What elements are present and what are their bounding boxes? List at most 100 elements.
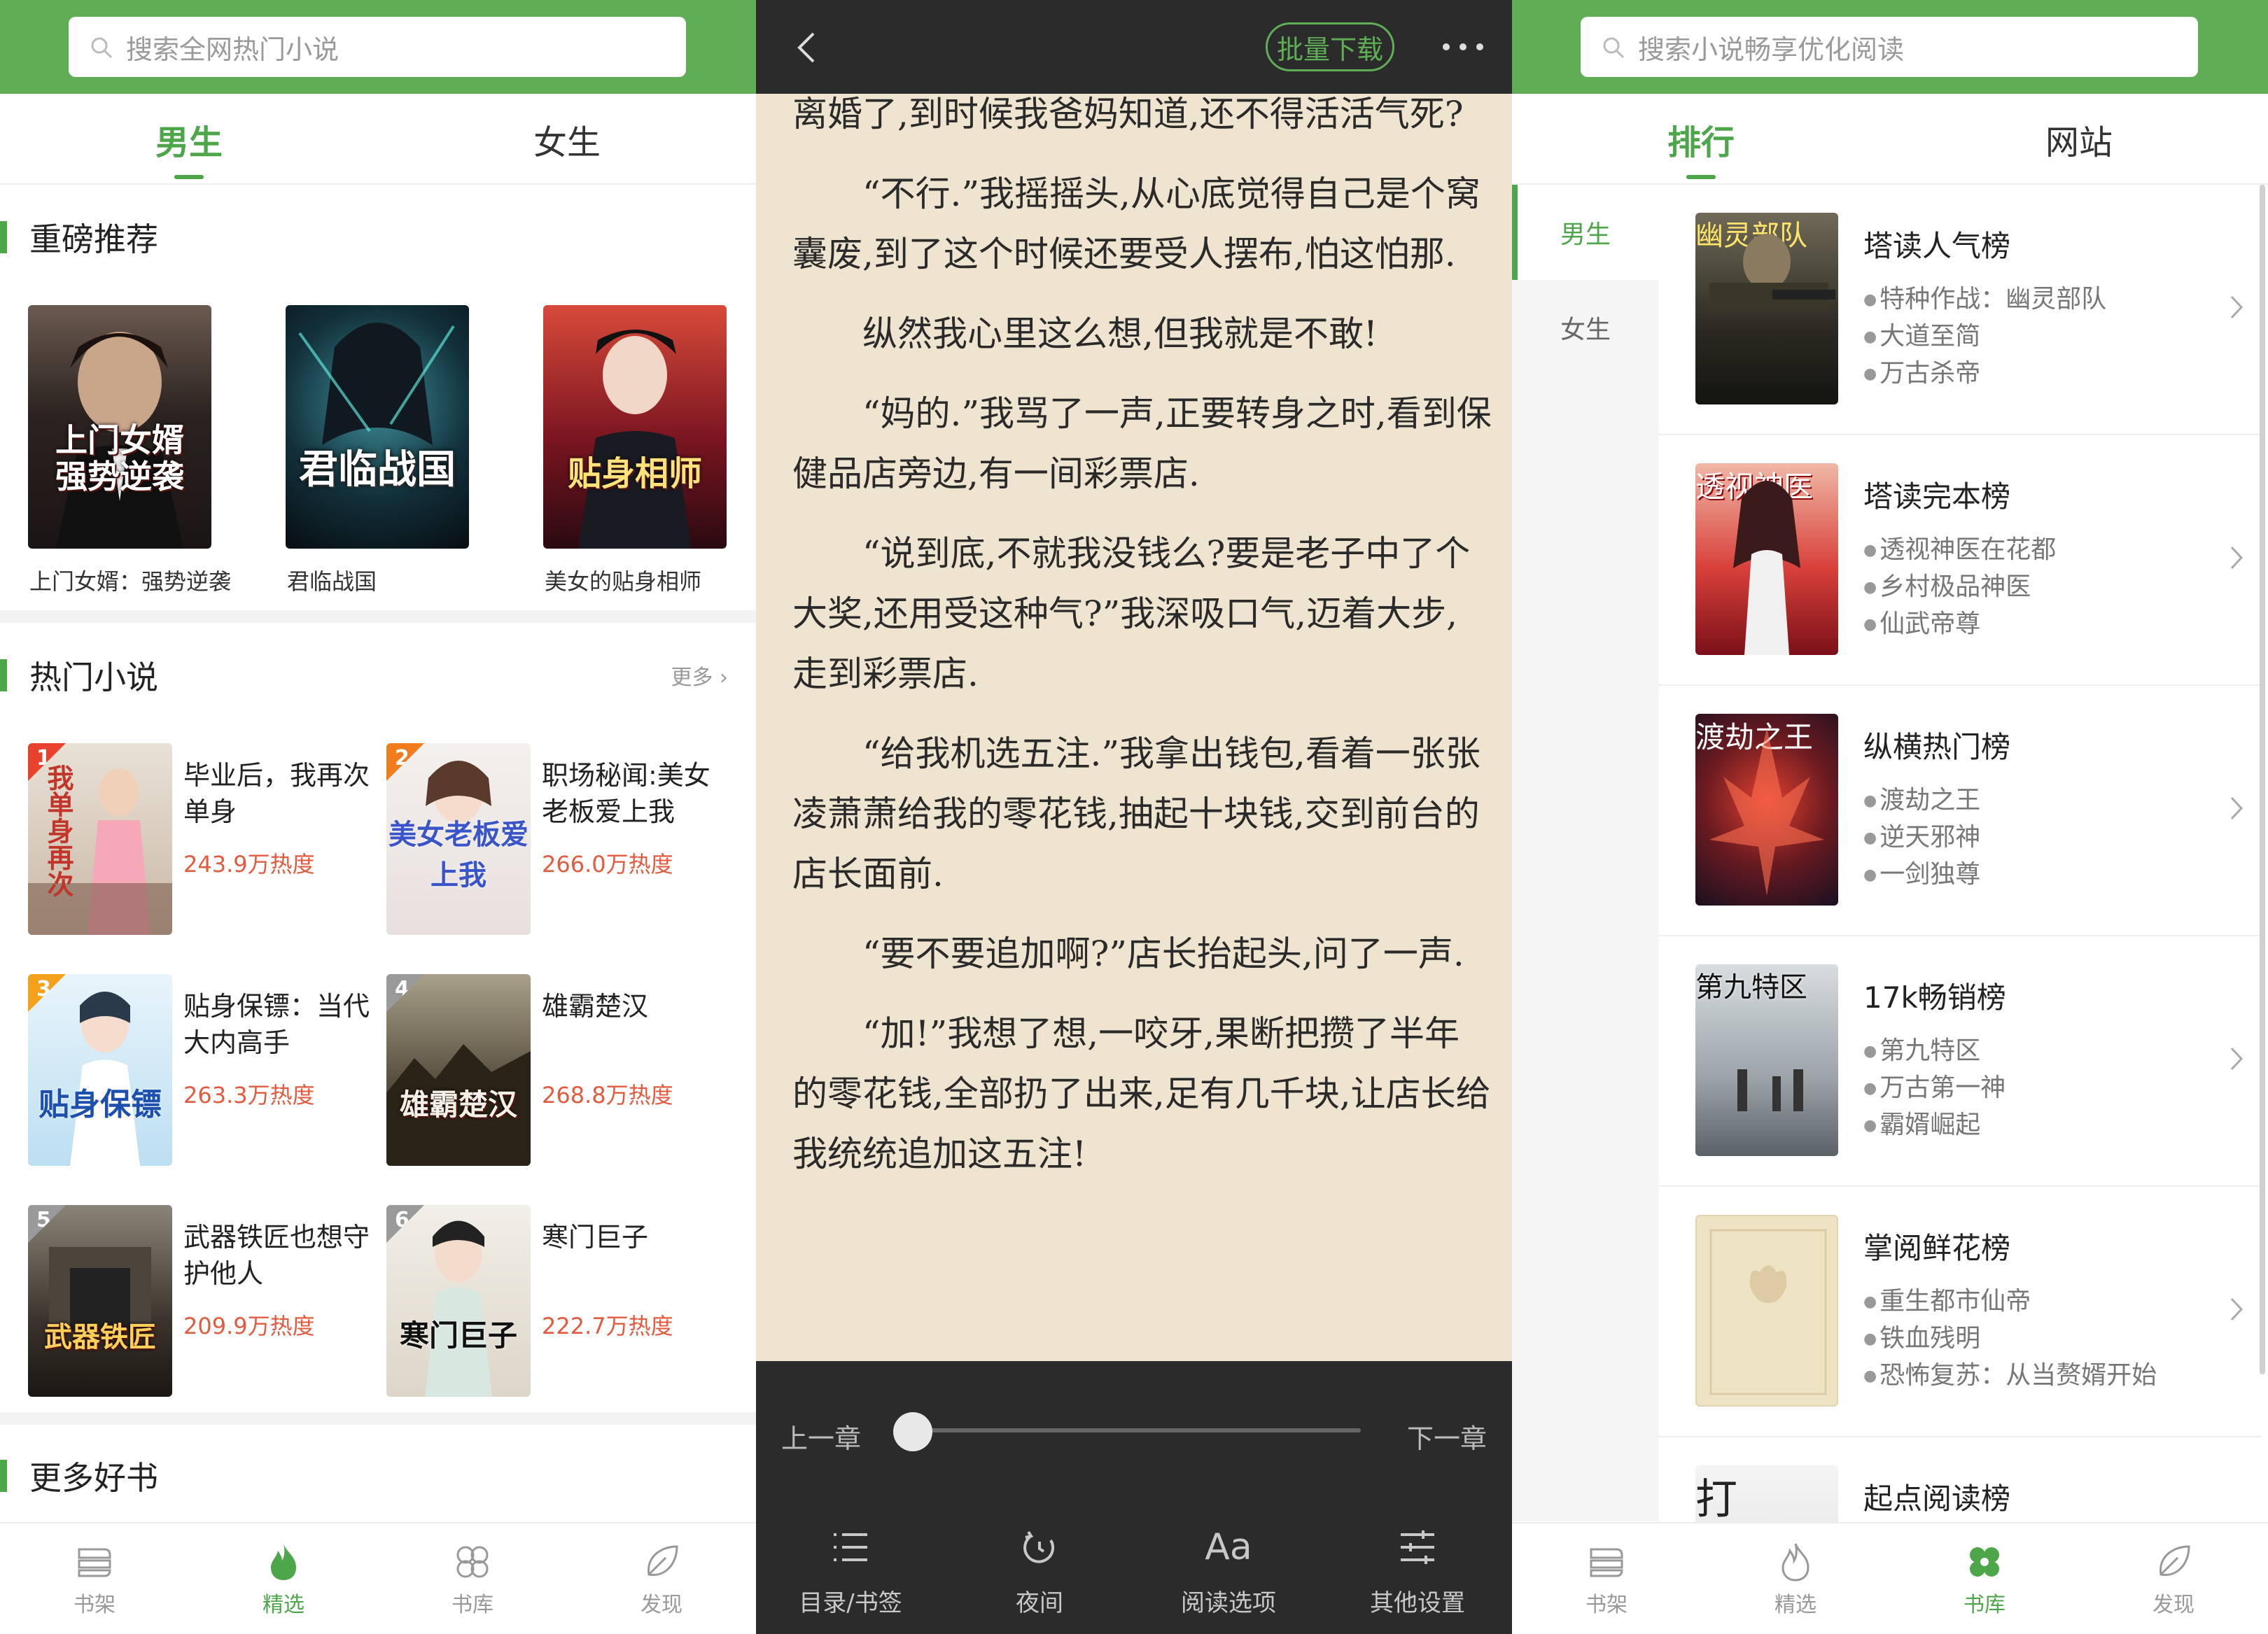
- more-link[interactable]: 更多 ›: [671, 660, 728, 691]
- cover-title: 贴身保镖: [38, 1086, 162, 1122]
- rank-title: 17k畅销榜: [1863, 980, 2006, 1015]
- rank-book: 仙武帝尊: [1863, 606, 2056, 643]
- chapter-text[interactable]: 离婚了,到时候我爸妈知道,还不得活活气死? “不行.”我摇摇头,从心底觉得自己是…: [792, 84, 1492, 1204]
- tab-ranking[interactable]: 排行: [1512, 94, 1890, 185]
- book-name[interactable]: 上门女婿：强势逆袭: [29, 564, 231, 596]
- book-title[interactable]: 雄霸楚汉: [542, 988, 731, 1024]
- paragraph: “要不要追加啊?”店长抬起头,问了一声.: [862, 934, 1464, 974]
- rank-book: 万古第一神: [1863, 1070, 2005, 1107]
- font-icon: Aa: [1205, 1526, 1252, 1568]
- rank-list-item[interactable]: 透视神医 塔读完本榜 透视神医在花都 乡村极品神医 仙武帝尊: [1659, 435, 2261, 686]
- book-cover[interactable]: 武器铁匠 5: [28, 1205, 172, 1397]
- book-title[interactable]: 寒门巨子: [542, 1219, 731, 1255]
- prev-chapter-button[interactable]: 上一章: [781, 1417, 861, 1456]
- book-cover[interactable]: 君临战国: [286, 305, 469, 549]
- search-input[interactable]: 搜索全网热门小说: [69, 17, 686, 77]
- tool-label: 其他设置: [1370, 1589, 1465, 1617]
- cover-art: [1737, 1069, 1803, 1111]
- rank-title: 起点阅读榜: [1863, 1481, 2011, 1516]
- reading-options-button[interactable]: Aa 阅读选项: [1134, 1522, 1323, 1618]
- cover-title: 上门女婿 强势逆袭: [55, 421, 184, 496]
- book-cover[interactable]: 我单身再次 1: [28, 743, 172, 935]
- rank-books: 透视神医在花都 乡村极品神医 仙武帝尊: [1863, 532, 2056, 643]
- scrollbar[interactable]: [2260, 185, 2265, 1374]
- cover-title: 君临战国: [299, 446, 456, 493]
- list-icon: [834, 1533, 867, 1561]
- cover-art: [1733, 481, 1800, 655]
- section-marker: [0, 659, 7, 691]
- nav-library[interactable]: 书库: [378, 1523, 567, 1634]
- search-icon: [1602, 35, 1625, 59]
- more-menu-icon[interactable]: [1435, 35, 1491, 59]
- night-mode-button[interactable]: 夜间: [945, 1522, 1134, 1618]
- gender-tabs: 男生 女生: [0, 94, 756, 185]
- cover-art: [298, 323, 455, 445]
- book-cover[interactable]: 贴身保镖 3: [28, 974, 172, 1166]
- search-input[interactable]: 搜索小说畅享优化阅读: [1581, 17, 2198, 77]
- book-cover[interactable]: 贴身相师: [543, 305, 727, 549]
- bottom-nav: 书架 精选 书库 发现: [1512, 1522, 2268, 1634]
- rank-book: 逆天邪神: [1863, 819, 1980, 857]
- reader-top-bar: 批量下载: [756, 0, 1512, 94]
- nav-library[interactable]: 书库: [1890, 1523, 2079, 1634]
- nav-discover[interactable]: 发现: [2079, 1523, 2268, 1634]
- chevron-right-icon: [2230, 796, 2244, 820]
- chapter-progress-slider[interactable]: [911, 1428, 1361, 1432]
- book-name[interactable]: 美女的贴身相师: [545, 564, 701, 596]
- nav-bookshelf[interactable]: 书架: [0, 1523, 189, 1634]
- rank-list-item[interactable]: 幽灵部队 塔读人气榜 特种作战：幽灵部队 大道至简 万古杀帝: [1659, 185, 2261, 435]
- other-settings-button[interactable]: 其他设置: [1323, 1522, 1512, 1618]
- rank-book: 万古杀帝: [1863, 355, 2106, 393]
- toc-bookmark-button[interactable]: 目录/书签: [756, 1522, 945, 1618]
- rank-books: 第九特区 万古第一神 霸婿崛起: [1863, 1033, 2005, 1144]
- book-title[interactable]: 武器铁匠也想守护他人: [183, 1219, 372, 1292]
- rank-list-item[interactable]: 渡劫之王 纵横热门榜 渡劫之王 逆天邪神 一剑独尊: [1659, 686, 2261, 936]
- book-cover[interactable]: 上门女婿 强势逆袭: [28, 305, 211, 549]
- featured-header: 重磅推荐: [0, 199, 756, 276]
- sidebar-item-female[interactable]: 女生: [1512, 280, 1659, 375]
- leaf-icon: [648, 1545, 678, 1576]
- back-arrow-icon[interactable]: [790, 28, 825, 67]
- gender-sidebar: 男生 女生: [1512, 185, 1659, 1521]
- book-cover[interactable]: 美女老板爱上我 2: [386, 743, 531, 935]
- rank-cover: 第九特区: [1695, 964, 1838, 1156]
- rank-books: 特种作战：幽灵部队 大道至简 万古杀帝: [1863, 281, 2106, 393]
- tab-male[interactable]: 男生: [0, 94, 378, 185]
- book-title[interactable]: 毕业后，我再次单身: [183, 757, 372, 830]
- book-name[interactable]: 君临战国: [287, 564, 377, 596]
- heat-count: 209.9万热度: [183, 1313, 315, 1339]
- batch-download-button[interactable]: 批量下载: [1266, 22, 1394, 71]
- cover-art: [1709, 1229, 1827, 1395]
- cover-title: 寒门巨子: [399, 1318, 517, 1353]
- leaf-icon: [2160, 1545, 2190, 1576]
- book-cover[interactable]: 雄霸楚汉 4: [386, 974, 531, 1166]
- book-title[interactable]: 贴身保镖：当代大内高手: [183, 988, 372, 1061]
- next-chapter-button[interactable]: 下一章: [1407, 1417, 1487, 1456]
- library-icon: [1970, 1547, 1999, 1577]
- paragraph: “加!”我想了想,一咬牙,果断把攒了半年的零花钱,全部扔了出来,足有几千块,让店…: [792, 1013, 1491, 1174]
- nav-discover[interactable]: 发现: [567, 1523, 756, 1634]
- rank-book: 渡劫之王: [1863, 782, 1980, 819]
- nav-featured[interactable]: 精选: [1701, 1523, 1890, 1634]
- rank-book: 大道至简: [1863, 318, 2106, 355]
- cover-art: [70, 992, 140, 1166]
- slider-handle[interactable]: [893, 1412, 932, 1451]
- reader-bottom-bar: 上一章 下一章 目录/书签 夜间 Aa 阅读选项 其他设置: [756, 1361, 1512, 1634]
- search-placeholder: 搜索全网热门小说: [126, 34, 340, 65]
- cover-title: 我单身再次: [43, 764, 74, 897]
- rank-list-item[interactable]: 掌阅鲜花榜 重生都市仙帝 铁血残明 恐怖复苏：从当赘婿开始: [1659, 1187, 2261, 1437]
- rank-list-item[interactable]: 第九特区 17k畅销榜 第九特区 万古第一神 霸婿崛起: [1659, 936, 2261, 1187]
- nav-bookshelf[interactable]: 书架: [1512, 1523, 1701, 1634]
- nav-featured[interactable]: 精选: [189, 1523, 378, 1634]
- book-cover[interactable]: 寒门巨子 6: [386, 1205, 531, 1397]
- tool-label: 阅读选项: [1181, 1589, 1276, 1617]
- sidebar-item-male[interactable]: 男生: [1512, 185, 1659, 280]
- cover-title: 雄霸楚汉: [399, 1087, 517, 1122]
- nav-label: 发现: [640, 1593, 682, 1617]
- tab-websites[interactable]: 网站: [1890, 94, 2268, 185]
- night-mode-icon: [1023, 1530, 1055, 1563]
- book-title[interactable]: 职场秘闻:美女老板爱上我: [542, 757, 731, 830]
- paragraph: 纵然我心里这么想,但我就是不敢!: [862, 314, 1378, 354]
- tab-female[interactable]: 女生: [378, 94, 756, 185]
- chevron-right-icon: [2230, 295, 2244, 319]
